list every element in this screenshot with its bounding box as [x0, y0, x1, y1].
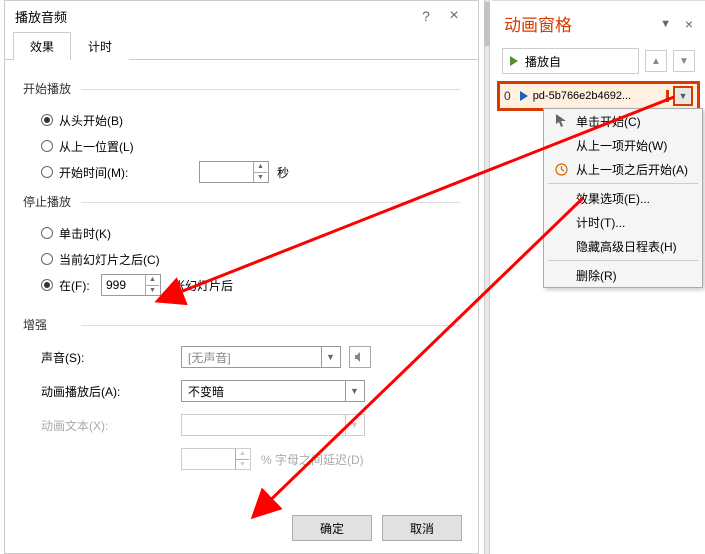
radio-after-current[interactable]: 当前幻灯片之后(C) — [41, 246, 460, 272]
ok-button[interactable]: 确定 — [292, 515, 372, 541]
radio-icon — [41, 166, 53, 178]
close-button[interactable]: × — [440, 7, 468, 25]
after-anim-select[interactable]: 不变暗 ▼ — [181, 380, 365, 402]
mouse-icon — [552, 113, 570, 129]
pane-dropdown-icon[interactable]: ▼ — [653, 18, 671, 30]
radio-from-last-pos[interactable]: 从上一位置(L) — [41, 133, 460, 159]
at-slides-input[interactable]: 999 ▲▼ — [101, 274, 161, 296]
animation-context-menu: 单击开始(C) 从上一项开始(W) 从上一项之后开始(A) 效果选项(E)...… — [543, 108, 703, 288]
animation-menu-button[interactable]: ▼ — [673, 86, 693, 106]
group-stop: 停止播放 — [23, 193, 460, 210]
menu-effect-options[interactable]: 效果选项(E)... — [544, 186, 702, 210]
menu-separator — [548, 183, 698, 184]
tab-effect[interactable]: 效果 — [13, 32, 71, 60]
dialog-title: 播放音频 — [15, 7, 412, 26]
dialog-titlebar: 播放音频 ? × — [5, 1, 478, 31]
play-icon — [519, 91, 529, 101]
spinner-icon[interactable]: ▲▼ — [253, 162, 267, 182]
tab-timing[interactable]: 计时 — [71, 32, 129, 60]
menu-timing[interactable]: 计时(T)... — [544, 210, 702, 234]
anim-text-select: ▼ — [181, 414, 365, 436]
menu-remove[interactable]: 删除(R) — [544, 263, 702, 287]
move-up-button[interactable]: ▲ — [645, 50, 667, 72]
spinner-icon: ▲▼ — [235, 449, 249, 469]
radio-icon — [41, 279, 53, 291]
animation-item[interactable]: 0 pd-5b766e2b4692... ▼ — [500, 84, 697, 108]
cancel-button[interactable]: 取消 — [382, 515, 462, 541]
dialog-body: 开始播放 从头开始(B) 从上一位置(L) 开始时间(M): ▲▼ 秒 停止播放… — [5, 60, 478, 485]
clock-icon — [552, 161, 570, 177]
pane-toolbar: 播放自 ▲ ▼ — [492, 42, 705, 80]
play-audio-dialog: 播放音频 ? × 效果 计时 开始播放 从头开始(B) 从上一位置(L) 开始时… — [4, 0, 479, 554]
pane-header: 动画窗格 ▼ × — [492, 1, 705, 42]
radio-icon — [41, 253, 53, 265]
menu-click-start[interactable]: 单击开始(C) — [544, 109, 702, 133]
start-time-input[interactable]: ▲▼ — [199, 161, 269, 183]
dialog-tabs: 效果 计时 — [5, 31, 478, 60]
help-button[interactable]: ? — [412, 8, 440, 24]
vertical-divider[interactable] — [484, 0, 490, 554]
chevron-down-icon: ▼ — [345, 415, 363, 435]
chevron-down-icon: ▼ — [321, 347, 339, 367]
speaker-icon[interactable] — [349, 346, 371, 368]
radio-icon — [41, 140, 53, 152]
chevron-down-icon: ▼ — [345, 381, 363, 401]
radio-start-time[interactable]: 开始时间(M): ▲▼ 秒 — [41, 159, 460, 185]
pane-close-icon[interactable]: × — [675, 16, 693, 32]
menu-hide-timeline[interactable]: 隐藏高级日程表(H) — [544, 234, 702, 258]
spinner-icon[interactable]: ▲▼ — [145, 275, 159, 295]
dialog-buttons: 确定 取消 — [292, 515, 462, 541]
radio-from-beginning[interactable]: 从头开始(B) — [41, 107, 460, 133]
radio-icon — [41, 114, 53, 126]
sound-select[interactable]: [无声音] ▼ — [181, 346, 341, 368]
play-from-button[interactable]: 播放自 — [502, 48, 639, 74]
pane-title: 动画窗格 — [504, 11, 653, 36]
tick-icon — [666, 90, 669, 102]
play-icon — [509, 56, 519, 66]
group-start: 开始播放 — [23, 80, 460, 97]
menu-with-previous[interactable]: 从上一项开始(W) — [544, 133, 702, 157]
group-enhance: 增强 — [23, 316, 460, 333]
animation-label: pd-5b766e2b4692... — [533, 90, 662, 102]
enhance-delay-row: ▲▼ % 字母之间延迟(D) — [41, 445, 460, 473]
enhance-text-row: 动画文本(X): ▼ — [41, 411, 460, 439]
radio-on-click[interactable]: 单击时(K) — [41, 220, 460, 246]
scrollbar-thumb[interactable] — [484, 2, 490, 46]
move-down-button[interactable]: ▼ — [673, 50, 695, 72]
menu-separator — [548, 260, 698, 261]
enhance-after-row: 动画播放后(A): 不变暗 ▼ — [41, 377, 460, 405]
radio-at-slides[interactable]: 在(F): 999 ▲▼ 张幻灯片后 — [41, 272, 460, 298]
menu-after-previous[interactable]: 从上一项之后开始(A) — [544, 157, 702, 181]
delay-input: ▲▼ — [181, 448, 251, 470]
radio-icon — [41, 227, 53, 239]
enhance-sound-row: 声音(S): [无声音] ▼ — [41, 343, 460, 371]
animation-index: 0 — [504, 89, 511, 103]
